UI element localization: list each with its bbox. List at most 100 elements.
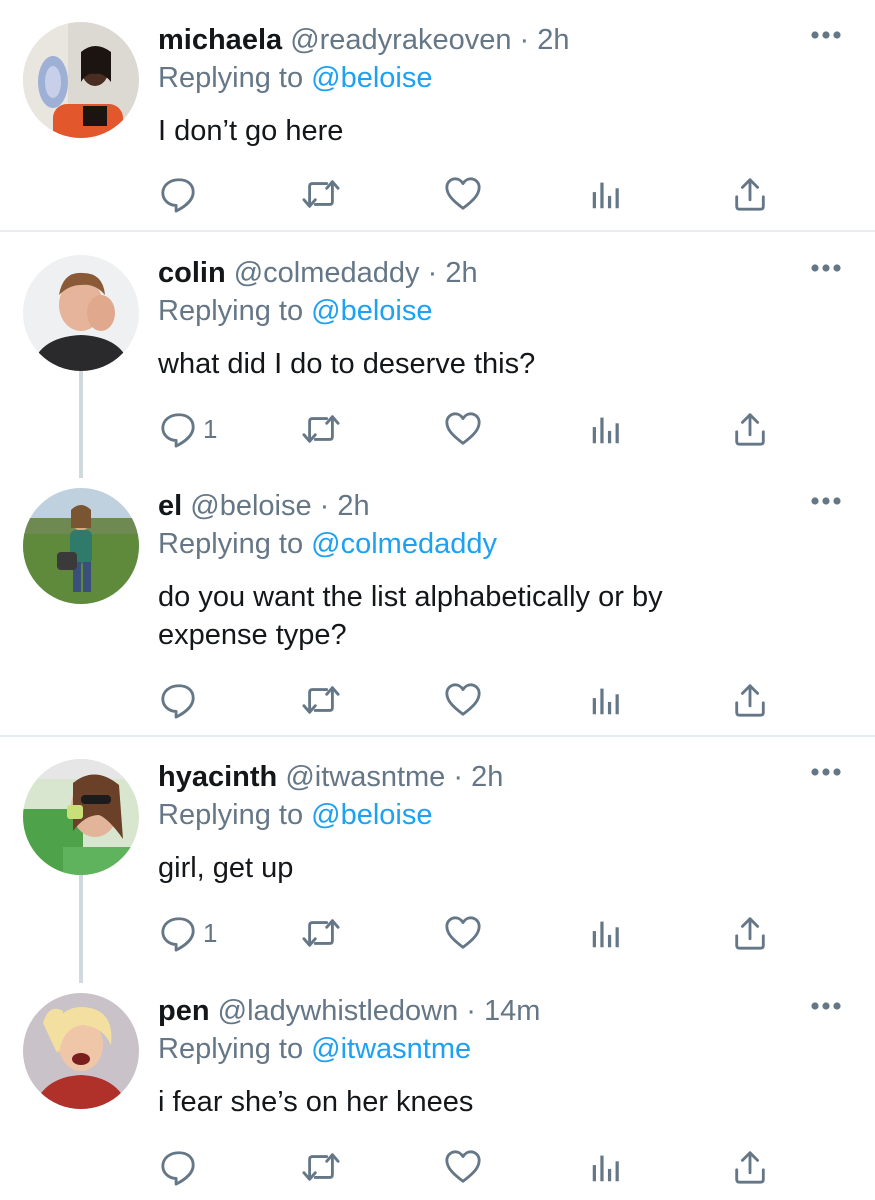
display-name[interactable]: pen	[158, 995, 210, 1027]
avatar-image	[23, 993, 139, 1109]
more-options-icon[interactable]	[810, 261, 842, 273]
share-button[interactable]	[731, 1145, 769, 1189]
reply-icon	[159, 681, 197, 719]
reply-feed: michaela @readyrakeoven · 2h Replying to…	[0, 0, 875, 1200]
analytics-icon	[588, 410, 626, 448]
timestamp[interactable]: 2h	[445, 257, 477, 289]
mention-link[interactable]: @itwasntme	[311, 1033, 471, 1065]
tweet-header: el @beloise · 2h	[158, 488, 370, 524]
share-button[interactable]	[731, 678, 769, 722]
retweet-button[interactable]	[300, 678, 342, 722]
more-options-icon[interactable]	[810, 999, 842, 1011]
like-button[interactable]	[444, 911, 482, 955]
avatar[interactable]	[23, 993, 139, 1109]
tweet-header: colin @colmedaddy · 2h	[158, 255, 478, 291]
action-bar	[0, 678, 875, 722]
analytics-icon	[588, 681, 626, 719]
user-handle[interactable]: @itwasntme	[285, 761, 445, 793]
mention-link[interactable]: @beloise	[311, 799, 432, 831]
tweet-hyacinth[interactable]: hyacinth @itwasntme · 2h Replying to @be…	[0, 759, 875, 959]
replying-to: Replying to @beloise	[158, 797, 433, 833]
tweet-michaela[interactable]: michaela @readyrakeoven · 2h Replying to…	[0, 22, 875, 222]
more-options-icon[interactable]	[810, 494, 842, 506]
reply-button[interactable]	[159, 172, 203, 216]
analytics-button[interactable]	[588, 678, 626, 722]
timestamp[interactable]: 2h	[337, 490, 369, 522]
tweet-pen[interactable]: pen @ladywhistledown · 14m Replying to @…	[0, 993, 875, 1193]
reply-count: 1	[203, 413, 218, 444]
separator-dot: ·	[427, 257, 438, 289]
reply-button[interactable]	[159, 1145, 203, 1189]
analytics-icon	[588, 1148, 626, 1186]
mention-link[interactable]: @colmedaddy	[311, 528, 497, 560]
tweet-colin[interactable]: colin @colmedaddy · 2h Replying to @belo…	[0, 255, 875, 455]
display-name[interactable]: colin	[158, 257, 226, 289]
user-handle[interactable]: @ladywhistledown	[218, 995, 459, 1027]
replying-to-label: Replying to	[158, 1033, 304, 1065]
heart-icon	[444, 175, 482, 213]
avatar[interactable]	[23, 488, 139, 604]
reply-count: 1	[203, 917, 218, 948]
more-options-icon[interactable]	[810, 28, 842, 40]
analytics-button[interactable]	[588, 911, 626, 955]
user-handle[interactable]: @beloise	[190, 490, 311, 522]
mention-link[interactable]: @beloise	[311, 295, 432, 327]
like-button[interactable]	[444, 407, 482, 451]
separator-dot: ·	[466, 995, 476, 1027]
avatar[interactable]	[23, 255, 139, 371]
like-button[interactable]	[444, 1145, 482, 1189]
share-icon	[731, 914, 769, 952]
mention-link[interactable]: @beloise	[311, 62, 432, 94]
like-button[interactable]	[444, 172, 482, 216]
display-name[interactable]: michaela	[158, 24, 282, 56]
tweet-header: hyacinth @itwasntme · 2h	[158, 759, 503, 795]
divider	[0, 230, 875, 232]
share-button[interactable]	[731, 911, 769, 955]
share-button[interactable]	[731, 407, 769, 451]
tweet-text: do you want the list alphabetically or b…	[158, 581, 663, 651]
timestamp[interactable]: 2h	[471, 761, 503, 793]
like-button[interactable]	[444, 678, 482, 722]
share-icon	[731, 410, 769, 448]
more-options-icon[interactable]	[810, 765, 842, 777]
replying-to-label: Replying to	[158, 295, 304, 327]
tweet-text: i fear she’s on her knees	[158, 1086, 474, 1118]
tweet-text: I don’t go here	[158, 115, 344, 147]
separator-dot: ·	[453, 761, 464, 793]
analytics-button[interactable]	[588, 1145, 626, 1189]
replying-to: Replying to @itwasntme	[158, 1031, 471, 1067]
display-name[interactable]: el	[158, 490, 182, 522]
retweet-icon	[300, 175, 342, 213]
timestamp[interactable]: 2h	[537, 24, 569, 56]
user-handle[interactable]: @colmedaddy	[234, 257, 420, 289]
display-name[interactable]: hyacinth	[158, 761, 277, 793]
retweet-icon	[300, 914, 342, 952]
retweet-button[interactable]	[300, 1145, 342, 1189]
analytics-button[interactable]	[588, 407, 626, 451]
reply-icon	[159, 175, 197, 213]
user-handle[interactable]: @readyrakeoven	[290, 24, 511, 56]
timestamp[interactable]: 14m	[484, 995, 540, 1027]
replying-to: Replying to @beloise	[158, 60, 433, 96]
retweet-button[interactable]	[300, 407, 342, 451]
share-icon	[731, 175, 769, 213]
analytics-button[interactable]	[588, 172, 626, 216]
tweet-text: girl, get up	[158, 852, 294, 884]
tweet-el[interactable]: el @beloise · 2h Replying to @colmedaddy…	[0, 488, 875, 723]
avatar-image	[23, 759, 139, 875]
share-icon	[731, 681, 769, 719]
reply-icon	[159, 914, 197, 952]
avatar[interactable]	[23, 759, 139, 875]
reply-button[interactable]: 1	[159, 407, 217, 451]
tweet-header: michaela @readyrakeoven · 2h	[158, 22, 570, 58]
reply-button[interactable]: 1	[159, 911, 217, 955]
avatar[interactable]	[23, 22, 139, 138]
retweet-button[interactable]	[300, 911, 342, 955]
avatar-image	[23, 488, 139, 604]
reply-button[interactable]	[159, 678, 203, 722]
heart-icon	[444, 410, 482, 448]
share-button[interactable]	[731, 172, 769, 216]
separator-dot: ·	[519, 24, 530, 56]
avatar-image	[23, 255, 139, 371]
retweet-button[interactable]	[300, 172, 342, 216]
